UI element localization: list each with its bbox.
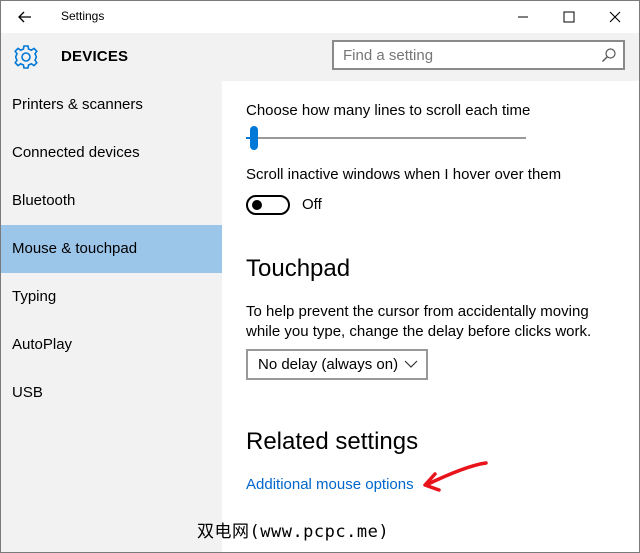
close-button[interactable]: [592, 1, 638, 33]
sidebar-item-usb[interactable]: USB: [1, 369, 222, 417]
sidebar-item-mouse-touchpad[interactable]: Mouse & touchpad: [1, 225, 222, 273]
minimize-button[interactable]: [500, 1, 546, 33]
additional-mouse-options-link[interactable]: Additional mouse options: [246, 476, 414, 493]
red-arrow-icon: [423, 461, 488, 492]
sidebar-item-printers-scanners[interactable]: Printers & scanners: [1, 81, 222, 129]
search-button[interactable]: [601, 47, 617, 63]
toggle-knob: [252, 200, 262, 210]
inactive-scroll-toggle[interactable]: [246, 195, 290, 215]
maximize-button[interactable]: [546, 1, 592, 33]
sidebar-item-typing[interactable]: Typing: [1, 273, 222, 321]
related-settings-heading: Related settings: [246, 428, 419, 455]
back-arrow-icon: [18, 11, 31, 23]
back-button[interactable]: [9, 3, 41, 31]
delay-selected-value: No delay (always on): [258, 356, 399, 373]
sidebar-item-connected-devices[interactable]: Connected devices: [1, 129, 222, 177]
minimize-icon: [518, 16, 528, 18]
title-bar: Settings: [1, 1, 639, 33]
sidebar-item-autoplay[interactable]: AutoPlay: [1, 321, 222, 369]
page-title: DEVICES: [61, 48, 129, 65]
page-header: DEVICES: [1, 33, 639, 81]
search-icon: [602, 48, 616, 62]
sidebar: Printers & scanners Connected devices Bl…: [1, 81, 222, 552]
search-box[interactable]: [332, 40, 625, 70]
delay-dropdown[interactable]: No delay (always on): [246, 349, 428, 380]
toggle-state-label: Off: [302, 196, 322, 213]
scroll-lines-slider[interactable]: [246, 126, 526, 150]
sidebar-item-bluetooth[interactable]: Bluetooth: [1, 177, 222, 225]
maximize-icon: [563, 11, 575, 23]
gear-icon: [14, 45, 38, 69]
slider-thumb[interactable]: [250, 126, 258, 150]
settings-window: Settings DEVICES Find a setting Printers…: [0, 0, 640, 553]
touchpad-description: To help prevent the cursor from accident…: [246, 303, 592, 340]
scroll-lines-label: Choose how many lines to scroll each tim…: [246, 102, 531, 119]
window-title: Settings: [61, 9, 105, 23]
touchpad-heading: Touchpad: [246, 255, 351, 282]
inactive-scroll-label: Scroll inactive windows when I hover ove…: [246, 166, 562, 183]
search-input[interactable]: [334, 42, 593, 68]
watermark-text: 双电网(www.pcpc.me): [197, 522, 390, 542]
chevron-down-icon: [404, 360, 418, 368]
close-icon: [609, 11, 621, 23]
